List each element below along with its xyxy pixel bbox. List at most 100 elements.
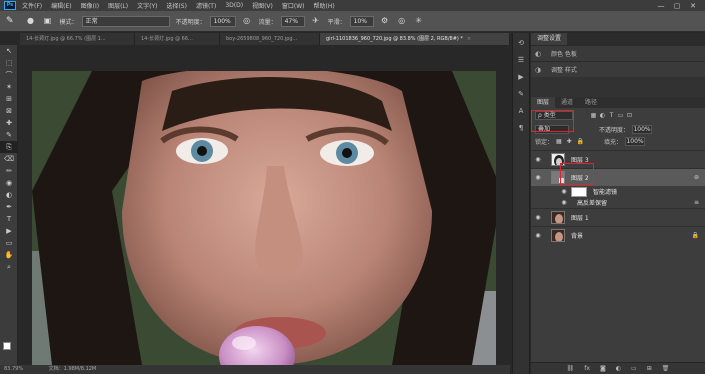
zoom-tool-icon[interactable]: ⌕	[0, 261, 18, 273]
magic-wand-tool-icon[interactable]: ✶	[0, 81, 18, 93]
menu-file[interactable]: 文件(F)	[22, 1, 42, 10]
layer-opacity-input[interactable]: 100%	[632, 125, 653, 134]
history-brush-tool-icon[interactable]: ✏	[0, 165, 18, 177]
adjustments-panel-row[interactable]: ◑ 调整 样式	[531, 61, 705, 77]
close-button[interactable]: ✕	[685, 2, 701, 10]
brush-tool-icon[interactable]: ✎	[6, 16, 14, 26]
marquee-tool-icon[interactable]: ⬚	[0, 57, 18, 69]
smart-object-filter-icon[interactable]: ⊡	[625, 112, 634, 119]
lasso-tool-icon[interactable]: ⌒	[0, 69, 18, 81]
menu-layer[interactable]: 图层(L)	[108, 1, 128, 10]
shape-filter-icon[interactable]: ▭	[616, 112, 625, 119]
layer-row-background[interactable]: ◉ 背景 🔒	[531, 226, 705, 244]
color-swatches[interactable]	[3, 342, 15, 354]
tab-layers[interactable]: 图层	[531, 97, 556, 108]
flow-input[interactable]: 47%	[280, 15, 305, 27]
layer-row-2[interactable]: ◉ 图层 2 ⊚	[531, 168, 705, 186]
hand-tool-icon[interactable]: ✋	[0, 249, 18, 261]
opacity-input[interactable]: 100%	[209, 15, 236, 27]
color-panel-row[interactable]: ◐ 颜色 色板	[531, 45, 705, 61]
dodge-tool-icon[interactable]: ◐	[0, 189, 18, 201]
character-icon[interactable]: A	[513, 104, 529, 118]
tab-document-3[interactable]: boy-2659808_960_720.jpg...	[220, 33, 320, 45]
crop-tool-icon[interactable]: ⊞	[0, 93, 18, 105]
lock-position-icon[interactable]: ✚	[567, 138, 572, 145]
foreground-color-swatch[interactable]	[3, 342, 11, 350]
smooth-input[interactable]: 10%	[349, 15, 374, 27]
brush-panel-icon[interactable]: ▣	[42, 15, 54, 27]
eyedropper-tool-icon[interactable]: ✚	[0, 117, 18, 129]
visibility-eye-icon[interactable]: ◉	[531, 232, 545, 239]
gradient-tool-icon[interactable]: ◉	[0, 177, 18, 189]
menu-filter[interactable]: 滤镜(T)	[196, 1, 216, 10]
layer-row-3[interactable]: ◉ 图层 3	[531, 150, 705, 168]
menu-edit[interactable]: 编辑(E)	[51, 1, 71, 10]
move-tool-icon[interactable]: ↖	[0, 45, 18, 57]
rectangle-tool-icon[interactable]: ▭	[0, 237, 18, 249]
layer-row-1[interactable]: ◉ 图层 1	[531, 208, 705, 226]
menu-select[interactable]: 选择(S)	[166, 1, 187, 10]
fx-icon[interactable]: fx	[584, 365, 590, 372]
group-folder-icon[interactable]: ▭	[631, 365, 637, 372]
filter-mask-thumbnail[interactable]	[571, 186, 587, 197]
close-tab-icon[interactable]: ×	[467, 36, 471, 42]
symmetry-icon[interactable]: ✳	[413, 15, 425, 27]
add-mask-icon[interactable]: ◙	[600, 365, 606, 372]
menu-window[interactable]: 窗口(W)	[282, 1, 305, 10]
tab-adjust-settings[interactable]: 调整设置	[531, 33, 568, 45]
properties-icon[interactable]: ☰	[513, 53, 529, 67]
menu-help[interactable]: 帮助(H)	[314, 1, 335, 10]
pixel-filter-icon[interactable]: ▦	[589, 112, 598, 119]
brush-tool-icon[interactable]: ⎘	[0, 141, 18, 153]
adjustment-filter-icon[interactable]: ◐	[598, 112, 607, 119]
pressure-size-icon[interactable]: ◎	[396, 15, 408, 27]
smooth-label: 平滑：	[327, 18, 346, 26]
menu-view[interactable]: 视图(V)	[252, 1, 273, 10]
type-tool-icon[interactable]: T	[0, 213, 18, 225]
paragraph-icon[interactable]: ¶	[513, 121, 529, 135]
canvas-image[interactable]	[32, 71, 496, 365]
tab-document-2[interactable]: 14-长颈灯.jpg @ 66...	[135, 33, 220, 45]
smart-filters-row[interactable]: ◉ 智能滤镜	[531, 186, 705, 197]
canvas-area[interactable]	[19, 45, 510, 365]
lock-pixels-icon[interactable]: ▦	[556, 138, 562, 145]
visibility-eye-icon[interactable]: ◉	[531, 174, 545, 181]
visibility-eye-icon[interactable]: ◉	[557, 199, 571, 206]
history-icon[interactable]: ⟲	[513, 36, 529, 50]
gear-icon[interactable]: ⚙	[379, 15, 391, 27]
airbrush-icon[interactable]: ✈	[310, 15, 322, 27]
tab-channels[interactable]: 通道	[555, 97, 580, 108]
healing-brush-tool-icon[interactable]: ✎	[0, 129, 18, 141]
minimize-button[interactable]: —	[653, 2, 669, 10]
maximize-button[interactable]: ▢	[669, 2, 685, 10]
visibility-eye-icon[interactable]: ◉	[557, 188, 571, 195]
visibility-eye-icon[interactable]: ◉	[531, 156, 545, 163]
smart-filter-icon[interactable]: ⊚	[694, 174, 699, 181]
menu-image[interactable]: 图像(I)	[81, 1, 99, 10]
tab-document-1[interactable]: 14-长颈灯.jpg @ 66.7% (图层 1...	[20, 33, 135, 45]
fill-input[interactable]: 100%	[625, 137, 646, 146]
new-layer-icon[interactable]: ⊞	[647, 365, 652, 372]
adjustment-layer-icon[interactable]: ◐	[616, 365, 621, 372]
zoom-level[interactable]: 83.79%	[4, 366, 23, 372]
menu-3d[interactable]: 3D(D)	[225, 2, 243, 9]
actions-icon[interactable]: ▶	[513, 70, 529, 84]
frame-tool-icon[interactable]: ⊠	[0, 105, 18, 117]
pen-tool-icon[interactable]: ✒	[0, 201, 18, 213]
path-selection-tool-icon[interactable]: ▶	[0, 225, 18, 237]
pressure-opacity-icon[interactable]: ◎	[241, 15, 253, 27]
lock-all-icon[interactable]: 🔒	[577, 138, 584, 145]
filter-options-icon[interactable]: ≡	[694, 199, 699, 206]
mode-select[interactable]: 正常	[81, 15, 170, 27]
tab-document-active[interactable]: girl-1101836_960_720.jpg @ 83.8% (图层 2, …	[320, 33, 510, 45]
menu-type[interactable]: 文字(Y)	[137, 1, 157, 10]
high-pass-filter-row[interactable]: ◉ 高反差保留 ≡	[531, 197, 705, 208]
type-filter-icon[interactable]: T	[607, 112, 616, 119]
trash-icon[interactable]: 🗑	[662, 365, 670, 372]
link-layers-icon[interactable]: ⛓	[567, 365, 575, 372]
brushes-icon[interactable]: ✎	[513, 87, 529, 101]
brush-preset-icon[interactable]: ●	[25, 15, 37, 27]
eraser-tool-icon[interactable]: ⌫	[0, 153, 18, 165]
visibility-eye-icon[interactable]: ◉	[531, 214, 545, 221]
tab-paths[interactable]: 路径	[579, 97, 604, 108]
